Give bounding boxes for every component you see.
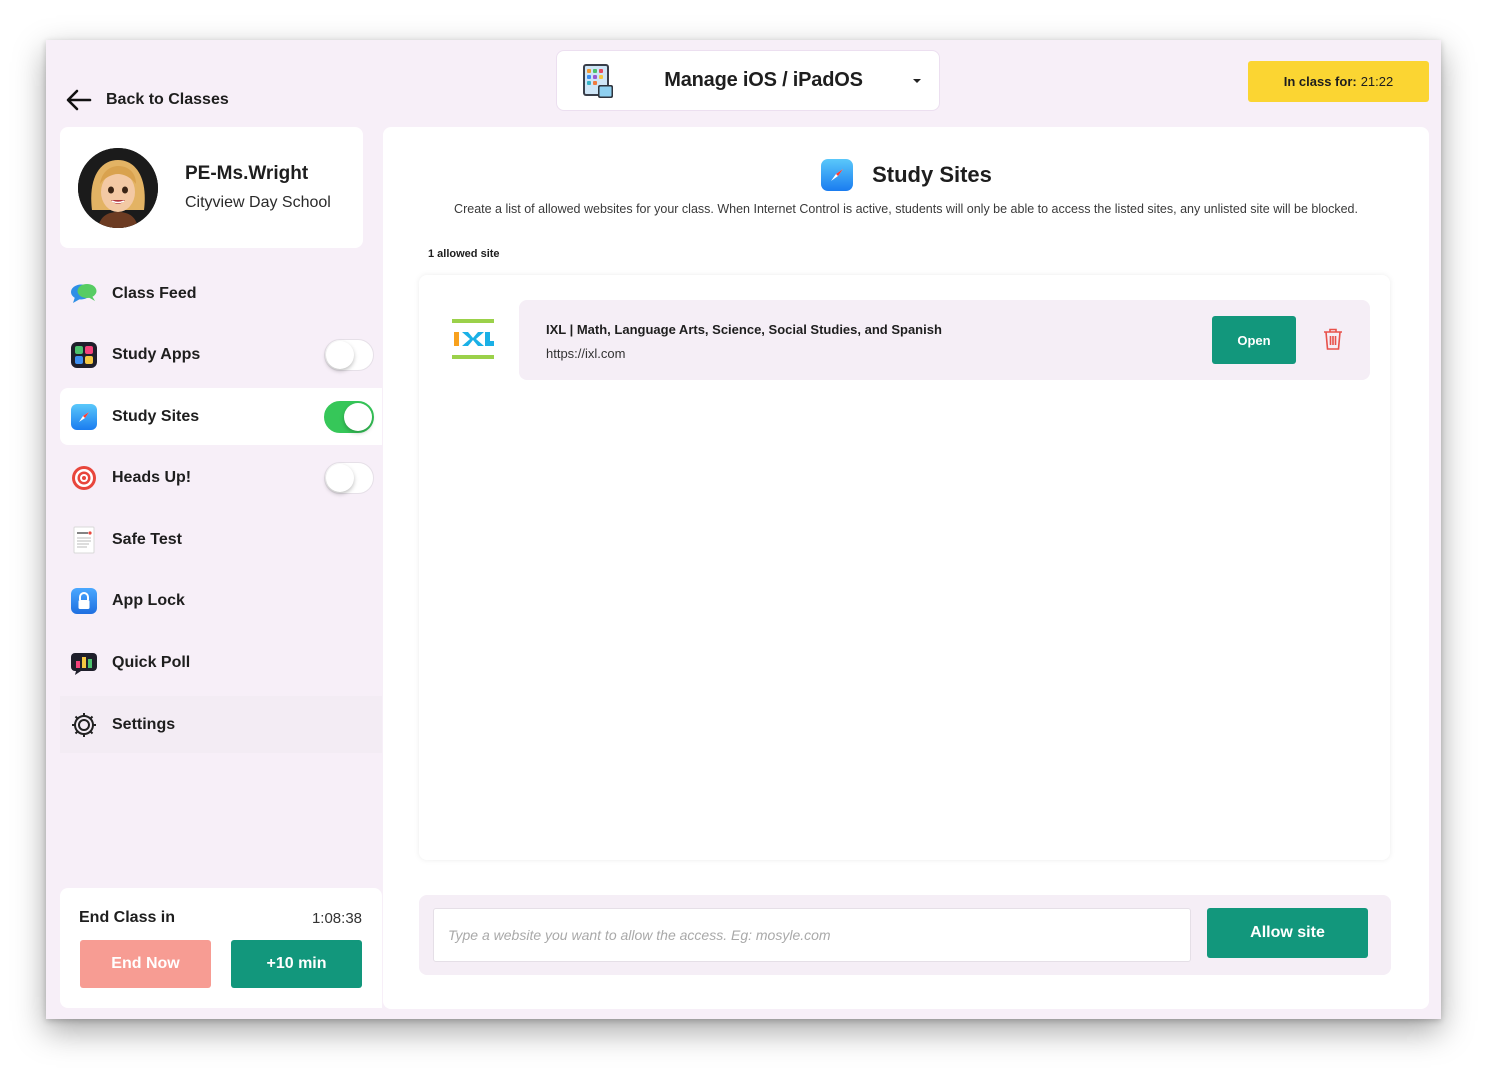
page-description: Create a list of allowed websites for yo… xyxy=(454,202,1358,216)
sidebar-item-quick-poll[interactable]: Quick Poll xyxy=(60,635,382,692)
sidebar-item-study-sites[interactable]: Study Sites xyxy=(60,388,382,446)
sidebar-item-heads-up[interactable]: Heads Up! xyxy=(60,450,382,507)
site-url: https://ixl.com xyxy=(546,346,626,361)
add-10-min-button[interactable]: +10 min xyxy=(231,940,362,988)
class-name: PE-Ms.Wright xyxy=(185,163,309,184)
timer-value: 21:22 xyxy=(1360,74,1394,89)
caret-down-icon xyxy=(913,78,921,83)
app-window: Back to Classes Manage iOS / iPadOS In c… xyxy=(46,40,1441,1019)
sidebar-item-label: Quick Poll xyxy=(112,654,191,672)
toggle-knob xyxy=(326,464,354,493)
page-title: Study Sites xyxy=(872,162,992,187)
back-to-classes-link[interactable]: Back to Classes xyxy=(66,88,229,112)
study-sites-panel: Study Sites Create a list of allowed web… xyxy=(383,127,1429,1009)
ixl-logo xyxy=(452,319,494,359)
gear-icon xyxy=(70,711,98,739)
sidebar-item-settings[interactable]: Settings xyxy=(60,696,382,754)
sidebar-item-app-lock[interactable]: App Lock xyxy=(60,573,382,630)
toggle-knob xyxy=(326,341,354,370)
timer-label: In class for: xyxy=(1283,74,1357,89)
sidebar-item-class-feed[interactable]: Class Feed xyxy=(60,265,382,322)
sidebar-item-label: App Lock xyxy=(112,592,185,610)
allow-site-button[interactable]: Allow site xyxy=(1207,908,1368,958)
heads-up-toggle[interactable] xyxy=(324,462,374,495)
sidebar-item-label: Class Feed xyxy=(112,284,197,302)
allowed-site-count: 1 allowed site xyxy=(428,248,500,260)
platform-dropdown[interactable]: Manage iOS / iPadOS xyxy=(556,50,940,111)
toggle-knob xyxy=(344,402,372,431)
list-item: IXL | Math, Language Arts, Science, Soci… xyxy=(519,300,1370,380)
lock-icon xyxy=(70,587,98,615)
sidebar-item-safe-test[interactable]: Safe Test xyxy=(60,511,382,568)
end-class-panel: End Class in 1:08:38 End Now +10 min xyxy=(60,888,382,1008)
sidebar-menu: Class Feed Study Apps Study Sites Heads … xyxy=(60,265,382,758)
study-sites-toggle[interactable] xyxy=(324,400,374,433)
trash-icon[interactable] xyxy=(1322,327,1344,351)
school-name: Cityview Day School xyxy=(185,194,331,211)
end-now-button[interactable]: End Now xyxy=(80,940,211,988)
back-label: Back to Classes xyxy=(106,91,229,108)
sidebar-item-label: Study Apps xyxy=(112,346,201,364)
compass-icon xyxy=(821,159,854,191)
add-site-bar: Allow site xyxy=(419,895,1391,975)
sidebar-item-label: Safe Test xyxy=(112,530,182,548)
chat-bubbles-icon xyxy=(70,280,98,308)
class-profile-card: PE-Ms.Wright Cityview Day School xyxy=(60,127,363,248)
apps-grid-icon xyxy=(70,341,98,369)
dropdown-title: Manage iOS / iPadOS xyxy=(664,69,863,91)
sidebar-item-label: Study Sites xyxy=(112,407,200,425)
end-class-countdown: 1:08:38 xyxy=(311,910,362,927)
site-url-input[interactable] xyxy=(433,908,1191,962)
end-class-label: End Class in xyxy=(79,909,176,926)
sidebar-item-label: Settings xyxy=(112,715,176,733)
ipad-icon xyxy=(582,63,614,99)
sidebar-item-label: Heads Up! xyxy=(112,469,192,487)
arrow-left-icon xyxy=(66,89,92,111)
document-icon xyxy=(70,526,98,554)
study-apps-toggle[interactable] xyxy=(324,339,374,372)
sidebar-item-study-apps[interactable]: Study Apps xyxy=(60,327,382,384)
site-title: IXL | Math, Language Arts, Science, Soci… xyxy=(546,322,942,337)
compass-icon xyxy=(70,403,98,431)
target-icon xyxy=(70,464,98,492)
in-class-timer-badge: In class for: 21:22 xyxy=(1248,61,1429,102)
avatar xyxy=(78,147,158,228)
open-site-button[interactable]: Open xyxy=(1212,316,1296,364)
poll-chart-icon xyxy=(70,649,98,677)
allowed-sites-list: IXL | Math, Language Arts, Science, Soci… xyxy=(419,275,1390,860)
